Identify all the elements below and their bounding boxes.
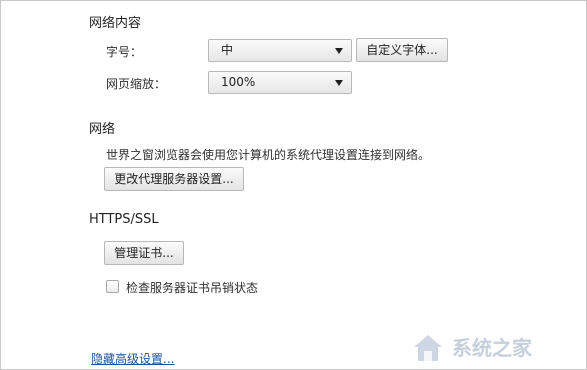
revocation-checkbox[interactable] (106, 280, 119, 293)
network-description: 世界之窗浏览器会使用您计算机的系统代理设置连接到网络。 (106, 148, 431, 162)
manage-certificates-button[interactable]: 管理证书... (104, 241, 184, 265)
chevron-down-icon (335, 80, 343, 86)
web-content-section-title: 网络内容 (89, 16, 142, 31)
change-proxy-button[interactable]: 更改代理服务器设置... (104, 167, 244, 191)
house-logo-icon: 系统之家 (414, 335, 533, 361)
network-section-title: 网络 (89, 122, 116, 137)
font-size-select[interactable]: 中 (208, 39, 352, 62)
zoom-label: 网页缩放： (106, 77, 167, 91)
zoom-select[interactable]: 100% (208, 71, 352, 94)
revocation-checkbox-label: 检查服务器证书吊销状态 (126, 281, 259, 295)
watermark-logo: 系统之家 (408, 329, 578, 365)
font-size-value: 中 (221, 43, 234, 57)
custom-fonts-button[interactable]: 自定义字体... (356, 38, 448, 62)
https-section-title: HTTPS/SSL (89, 212, 159, 227)
font-size-label: 字号： (106, 45, 143, 59)
chevron-down-icon (335, 48, 343, 54)
zoom-value: 100% (221, 75, 256, 89)
hide-advanced-settings-link[interactable]: 隐藏高级设置... (91, 350, 174, 367)
watermark-text: 系统之家 (452, 336, 533, 360)
